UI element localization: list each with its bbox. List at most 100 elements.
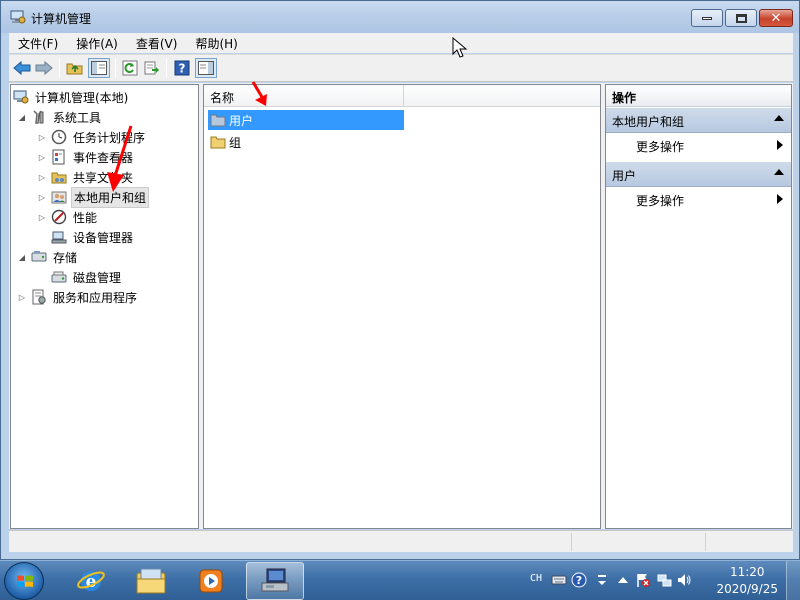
minimize-button[interactable] [691,9,723,27]
taskbar-ie-button[interactable]: e [62,562,120,600]
submenu-arrow-icon [777,194,783,204]
tree-item-device-manager[interactable]: 设备管理器 [37,227,135,247]
list-header: 名称 [204,85,600,107]
tree-label: 设备管理器 [73,230,134,245]
windows-logo-icon [17,575,33,587]
actions-section-users[interactable]: 用户 [606,162,791,187]
close-icon: ✕ [770,10,782,26]
expand-triangle-icon[interactable]: ▷ [37,213,47,222]
list-item-users[interactable]: 用户 [208,110,404,130]
show-hide-action-pane-button[interactable] [195,58,217,78]
collapse-up-icon[interactable] [774,169,784,175]
internet-explorer-icon: e [77,571,105,592]
computer-management-icon [10,10,26,24]
list-item-groups[interactable]: 组 [208,132,404,152]
tree-label: 磁盘管理 [73,270,122,285]
folder-icon [210,113,226,127]
export-list-button[interactable] [142,58,162,78]
result-list[interactable]: 名称 用户 组 [203,84,601,529]
section-label: 本地用户和组 [612,115,685,129]
tree-item-event-viewer[interactable]: ▷ 事件查看器 [37,147,135,167]
start-button[interactable] [4,562,44,600]
taskbar-computer-management-button[interactable] [246,562,304,600]
menu-view[interactable]: 查看(V) [127,35,187,52]
menu-help[interactable]: 帮助(H) [186,35,246,52]
refresh-button[interactable] [120,58,140,78]
help-circle-icon[interactable]: ? [571,572,587,588]
tree-item-performance[interactable]: ▷ 性能 [37,207,99,227]
tree-item-root[interactable]: 计算机管理(本地) [13,87,130,107]
tree-item-shared-folders[interactable]: ▷ 共享文件夹 [37,167,135,187]
tree-item-system-tools[interactable]: ◢ 系统工具 [17,107,103,127]
tree-label: 计算机管理(本地) [35,90,129,105]
services-icon [31,289,47,305]
tree-label: 本地用户和组 [71,186,150,208]
forward-button[interactable] [34,58,54,78]
show-desktop-button[interactable] [786,561,800,600]
refresh-icon [122,60,138,76]
close-button[interactable]: ✕ [759,9,793,27]
expand-triangle-icon[interactable]: ▷ [17,293,27,302]
tree-item-services-apps[interactable]: ▷ 服务和应用程序 [17,287,139,307]
tree-label: 事件查看器 [73,150,134,165]
menu-action[interactable]: 操作(A) [67,35,127,52]
actions-title: 操作 [606,85,791,107]
expand-triangle-icon[interactable]: ▷ [37,173,47,182]
forward-arrow-icon [35,60,53,76]
performance-icon [51,209,67,225]
title-bar[interactable]: 计算机管理 ✕ [1,1,799,33]
status-bar [9,530,793,552]
expand-triangle-icon[interactable]: ▷ [37,153,47,162]
submenu-arrow-icon [777,140,783,150]
tree-item-disk-management[interactable]: 磁盘管理 [37,267,123,287]
collapse-triangle-icon[interactable]: ◢ [17,113,27,122]
back-button[interactable] [12,58,32,78]
actions-section-local-users-groups[interactable]: 本地用户和组 [606,108,791,133]
network-icon[interactable] [656,572,672,588]
language-bar-options-icon[interactable] [594,572,610,588]
media-player-icon [199,569,223,593]
action-pane-icon [198,61,214,75]
language-indicator[interactable]: CH [530,573,542,584]
tree-item-storage[interactable]: ◢ 存储 [17,247,79,267]
taskbar-explorer-button[interactable] [122,562,180,600]
menu-file[interactable]: 文件(F) [9,35,67,52]
action-center-flag-icon[interactable] [635,572,651,588]
console-tree[interactable]: 计算机管理(本地) ◢ 系统工具 ▷ 任务计划程序 ▷ 事件查看器 ▷ 共享文件… [10,84,199,529]
collapse-triangle-icon[interactable]: ◢ [17,253,27,262]
help-icon: ? [174,60,190,76]
clock-time: 11:20 [729,565,765,579]
computer-management-icon [13,89,29,105]
collapse-up-icon[interactable] [774,115,784,121]
menu-bar: 文件(F) 操作(A) 查看(V) 帮助(H) [9,33,793,53]
expand-triangle-icon[interactable]: ▷ [37,193,47,202]
column-header-name[interactable]: 名称 [204,85,404,107]
tree-label: 系统工具 [53,110,102,125]
tree-item-task-scheduler[interactable]: ▷ 任务计划程序 [37,127,147,147]
clock-date: 2020/9/25 [716,582,778,596]
more-actions-label: 更多操作 [636,140,685,154]
tree-label: 性能 [73,210,98,225]
more-actions-item-2[interactable]: 更多操作 [606,188,791,210]
toolbar: ? [9,54,793,82]
device-manager-icon [51,229,67,245]
show-hide-tree-button[interactable] [88,58,110,78]
keyboard-icon[interactable] [551,572,567,588]
tree-label: 共享文件夹 [73,170,134,185]
help-button[interactable]: ? [172,58,192,78]
svg-text:?: ? [179,62,186,76]
show-hidden-icons-icon[interactable] [615,572,631,588]
tree-item-local-users-groups[interactable]: ▷ 本地用户和组 [37,186,150,208]
minimize-icon [702,16,712,20]
clock[interactable]: 11:20 2020/9/25 [716,564,778,598]
maximize-button[interactable] [725,9,757,27]
event-viewer-icon [51,149,67,165]
tree-label: 服务和应用程序 [53,290,138,305]
expand-triangle-icon[interactable]: ▷ [37,133,47,142]
more-actions-item-1[interactable]: 更多操作 [606,134,791,156]
up-level-button[interactable] [65,58,85,78]
volume-icon[interactable] [676,572,692,588]
back-arrow-icon [13,60,31,76]
taskbar-media-player-button[interactable] [182,562,240,600]
computer-management-icon [261,568,289,592]
